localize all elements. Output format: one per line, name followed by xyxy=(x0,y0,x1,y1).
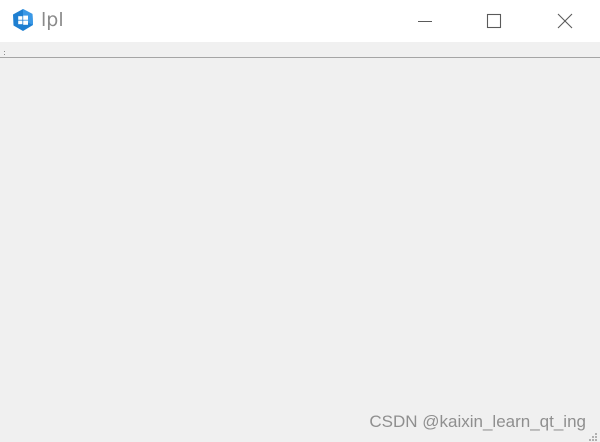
title-bar[interactable]: lpl xyxy=(0,0,600,42)
minimize-icon xyxy=(418,21,432,22)
size-grip[interactable] xyxy=(587,429,598,441)
maximize-button[interactable] xyxy=(464,0,524,42)
close-button[interactable] xyxy=(535,0,595,42)
main-window: lpl CSDN @kaixin_learn_qt_ing xyxy=(0,0,600,442)
close-icon xyxy=(557,13,573,29)
central-widget xyxy=(0,58,600,442)
app-icon xyxy=(11,8,35,32)
toolbar-drag-handle[interactable] xyxy=(3,45,6,55)
toolbar xyxy=(0,42,600,58)
watermark-text: CSDN @kaixin_learn_qt_ing xyxy=(369,412,586,431)
maximize-icon xyxy=(486,13,502,29)
window-title: lpl xyxy=(41,9,64,31)
minimize-button[interactable] xyxy=(395,0,455,42)
